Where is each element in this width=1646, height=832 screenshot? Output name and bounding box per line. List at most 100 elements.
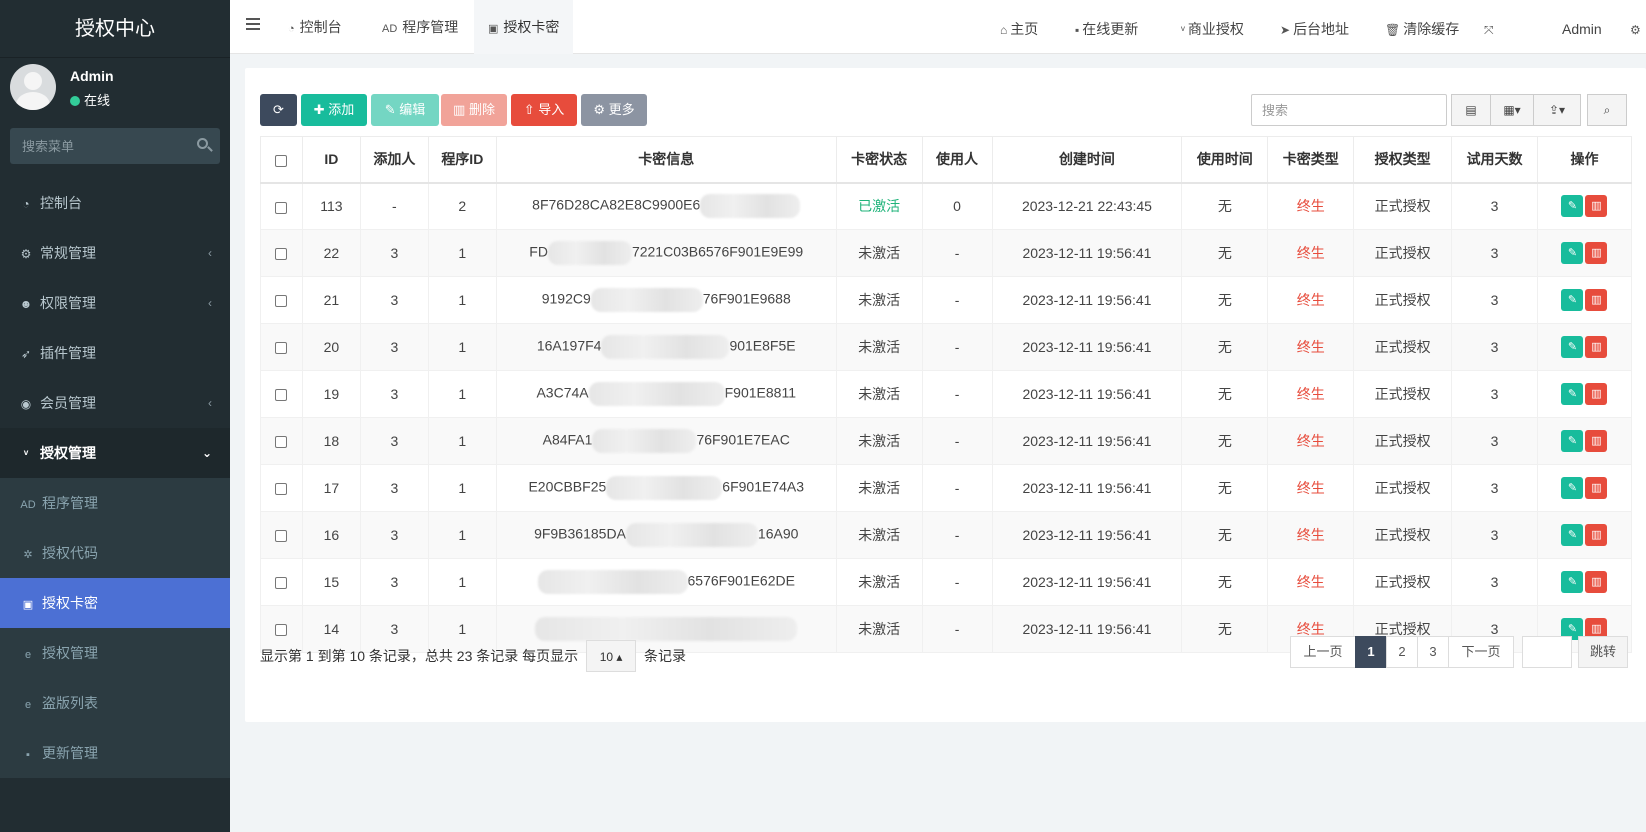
page-button[interactable]: 2	[1386, 636, 1418, 668]
pencil-icon: ✎	[1567, 388, 1578, 400]
table-row[interactable]: 18 3 1 A84FA1 76F901E7EAC 未激活 -2023-12-11 19:5…	[260, 417, 1633, 465]
page-button[interactable]: 1	[1355, 636, 1387, 668]
sidebar-item-programs[interactable]: AD 程序管理	[0, 478, 230, 528]
row-checkbox[interactable]	[275, 248, 288, 261]
column-header[interactable]: 试用天数	[1451, 136, 1538, 184]
sidebar-item-updates[interactable]: ▪ 更新管理	[0, 728, 230, 778]
delete-row-button[interactable]: ▥	[1585, 524, 1608, 546]
nav-home[interactable]: ⌂ 主页	[1000, 0, 1038, 54]
edit-button[interactable]: ✎ 编辑	[371, 94, 439, 126]
table-row[interactable]: 113-2 8F76D28CA82E8C9900E6 已激活 0 2023-12-21 …	[260, 182, 1633, 230]
column-header[interactable]: ID	[301, 136, 361, 184]
column-header[interactable]: 使用时间	[1181, 136, 1269, 184]
edit-row-button[interactable]: ✎	[1561, 195, 1584, 218]
column-header[interactable]: 卡密类型	[1267, 136, 1355, 184]
sidebar-item-permission[interactable]: ☻ 权限管理 ‹	[0, 278, 230, 328]
nav-clear-cache[interactable]: 🗑 清除缓存	[1385, 0, 1459, 54]
column-header[interactable]: 创建时间	[991, 136, 1183, 184]
sidebar-item-license-keys[interactable]: ▣ 授权卡密	[0, 578, 230, 628]
select-all-checkbox[interactable]	[275, 154, 288, 167]
sidebar-item-piracy-list[interactable]: e 盗版列表	[0, 678, 230, 728]
sidebar-item-members[interactable]: ◉ 会员管理 ‹	[0, 378, 230, 428]
user-circle-icon: ◉	[20, 397, 32, 411]
refresh-button[interactable]: ⟳	[260, 94, 297, 126]
menu-search-input[interactable]	[10, 128, 190, 164]
column-header[interactable]: 添加人	[359, 136, 429, 184]
cell-used: 无	[1181, 558, 1269, 606]
row-checkbox[interactable]	[275, 436, 288, 449]
more-button[interactable]: ⚙ 更多	[581, 94, 647, 126]
delete-row-button[interactable]: ▥	[1585, 289, 1608, 311]
jump-button[interactable]: 跳转	[1578, 636, 1628, 668]
delete-row-button[interactable]: ▥	[1585, 242, 1608, 264]
column-header[interactable]: 授权类型	[1353, 136, 1453, 184]
column-header[interactable]: 使用人	[921, 136, 993, 184]
tab-dashboard[interactable]: ◔ 控制台	[274, 0, 356, 54]
delete-row-button[interactable]: ▥	[1585, 195, 1608, 218]
delete-row-button[interactable]: ▥	[1585, 430, 1608, 452]
column-header[interactable]: 程序ID	[427, 136, 497, 184]
toggle-view-button[interactable]: ▤	[1451, 94, 1491, 126]
edit-row-button[interactable]: ✎	[1561, 383, 1584, 405]
jump-page-input[interactable]	[1522, 636, 1572, 668]
table-search-input[interactable]	[1251, 94, 1447, 126]
column-header[interactable]: 卡密信息	[495, 136, 837, 184]
key-suffix: 6F901E74A3	[722, 478, 805, 495]
edit-row-button[interactable]: ✎	[1561, 477, 1584, 499]
table-row[interactable]: 17 3 1 E20CBBF25 6F901E74A3 未激活 -2023-12-11 19…	[260, 464, 1633, 512]
tab-license-keys[interactable]: ▣ 授权卡密	[474, 0, 574, 54]
table-row[interactable]: 16 3 1 9F9B36185DA 16A90 未激活 -2023-12-11 19:56…	[260, 511, 1633, 559]
settings-icon[interactable]: ⚙	[1630, 0, 1644, 54]
next-page-button[interactable]: 下一页	[1448, 636, 1514, 668]
search-icon[interactable]	[197, 138, 208, 149]
table-row[interactable]: 20 3 1 16A197F4 901E8F5E 未激活 -2023-12-11 19:56…	[260, 323, 1633, 371]
row-checkbox[interactable]	[275, 295, 288, 308]
row-checkbox[interactable]	[275, 577, 288, 590]
column-header[interactable]: 卡密状态	[835, 136, 923, 184]
table-row[interactable]: 19 3 1 A3C74A F901E8811 未激活 -2023-12-11 19:56:…	[260, 370, 1633, 418]
edit-row-button[interactable]: ✎	[1561, 524, 1584, 546]
delete-row-button[interactable]: ▥	[1585, 571, 1608, 593]
sidebar-item-general[interactable]: ⚙ 常规管理 ‹	[0, 228, 230, 278]
add-button[interactable]: ✚ 添加	[301, 94, 367, 126]
edit-row-button[interactable]: ✎	[1561, 430, 1584, 452]
nav-commercial-license[interactable]: ᵛ 商业授权	[1181, 0, 1244, 54]
sidebar-item-dashboard[interactable]: ◔ 控制台	[0, 178, 230, 228]
page-button[interactable]: 3	[1417, 636, 1449, 668]
fullscreen-icon[interactable]: ⤧	[1484, 0, 1497, 54]
row-checkbox[interactable]	[275, 201, 288, 214]
page-size-select[interactable]: 10 ▴	[586, 640, 637, 672]
menu-toggle-icon[interactable]	[246, 18, 260, 30]
table-row[interactable]: 22 3 1 FD 7221C03B6576F901E9E99 未激活 -2023-12-1…	[260, 229, 1633, 277]
nav-admin-url[interactable]: ➤ 后台地址	[1280, 0, 1349, 54]
columns-button[interactable]: ▦▾	[1490, 94, 1534, 126]
prev-page-button[interactable]: 上一页	[1290, 636, 1356, 668]
edit-row-button[interactable]: ✎	[1561, 289, 1584, 311]
delete-button[interactable]: ▥ 删除	[441, 94, 507, 126]
admin-name[interactable]: Admin	[1562, 0, 1602, 54]
edit-row-button[interactable]: ✎	[1561, 571, 1584, 593]
row-checkbox[interactable]	[275, 342, 288, 355]
key-info-cell: FD 7221C03B6576F901E9E99	[495, 229, 837, 277]
row-checkbox[interactable]	[275, 530, 288, 543]
search-button[interactable]: ⌕	[1587, 94, 1627, 126]
delete-row-button[interactable]: ▥	[1585, 336, 1608, 358]
sidebar-item-plugins[interactable]: ➶ 插件管理	[0, 328, 230, 378]
delete-row-button[interactable]: ▥	[1585, 383, 1608, 405]
edit-row-button[interactable]: ✎	[1561, 242, 1584, 264]
row-checkbox[interactable]	[275, 483, 288, 496]
tab-programs[interactable]: AD 程序管理	[368, 0, 472, 54]
table-row[interactable]: 21 3 1 9192C9 76F901E9688 未激活 -2023-12-11 19:5…	[260, 276, 1633, 324]
export-button[interactable]: ⇪▾	[1533, 94, 1581, 126]
row-checkbox[interactable]	[275, 389, 288, 402]
sidebar-item-license-code[interactable]: ✲ 授权代码	[0, 528, 230, 578]
vimeo-square-icon: ▪	[26, 749, 30, 761]
sidebar-item-license[interactable]: ᵛ 授权管理 ⌄	[0, 428, 230, 478]
sidebar-item-license-manage[interactable]: e 授权管理	[0, 628, 230, 678]
table-row[interactable]: 15 3 1 6576F901E62DE 未激活 -2023-12-11 19:56:41…	[260, 558, 1633, 606]
nav-online-update[interactable]: ▪ 在线更新	[1075, 0, 1138, 54]
row-checkbox[interactable]	[275, 624, 288, 637]
edit-row-button[interactable]: ✎	[1561, 336, 1584, 358]
delete-row-button[interactable]: ▥	[1585, 477, 1608, 499]
import-button[interactable]: ⇧ 导入	[511, 94, 577, 126]
